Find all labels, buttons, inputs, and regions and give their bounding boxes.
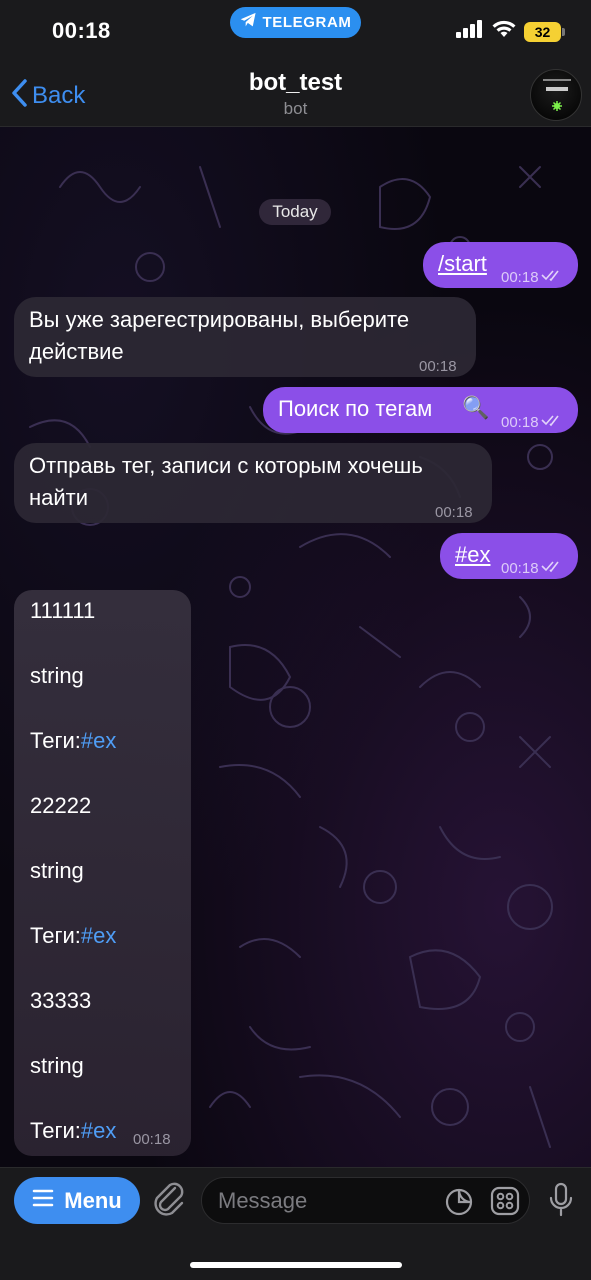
date-separator: Today: [259, 199, 331, 225]
result-text: string: [30, 1053, 84, 1078]
message-meta: 00:18: [435, 497, 473, 529]
result-id: 22222: [30, 793, 92, 818]
magnifier-emoji-icon: 🔍: [462, 395, 490, 420]
hashtag-link[interactable]: #ex: [81, 728, 116, 753]
chat-subtitle: bot: [283, 99, 308, 118]
tags-label: Теги:: [30, 1118, 81, 1143]
result-text: string: [30, 858, 84, 883]
wifi-icon: [492, 20, 516, 43]
incoming-message[interactable]: Отправь тег, записи с которым хочешь най…: [14, 443, 492, 523]
message-line: Отправь тег, записи с которым хочешь: [29, 453, 423, 478]
paperclip-icon: [152, 1182, 188, 1222]
menu-label: Menu: [64, 1187, 122, 1213]
hamburger-icon: [32, 1189, 54, 1212]
status-bar: 00:18 TELEGRAM 32: [0, 0, 591, 56]
attach-button[interactable]: [152, 1180, 188, 1223]
tags-label: Теги:: [30, 728, 81, 753]
outgoing-message[interactable]: Поиск по тегам 🔍 00:18: [263, 387, 578, 433]
message-input[interactable]: [218, 1178, 438, 1223]
message-time: 00:18: [501, 269, 539, 286]
message-time: 00:18: [435, 504, 473, 521]
hashtag-link[interactable]: #ex: [81, 923, 116, 948]
message-field[interactable]: [201, 1177, 530, 1224]
message-meta: 00:18: [501, 553, 563, 585]
result-id: 33333: [30, 988, 92, 1013]
double-check-icon: [540, 262, 563, 294]
microphone-button[interactable]: [548, 1182, 574, 1223]
message-time: 00:18: [419, 358, 457, 375]
telegram-plane-icon: [240, 12, 257, 33]
message-time: 00:18: [133, 1131, 171, 1148]
bot-menu-button[interactable]: Menu: [14, 1177, 140, 1224]
result-tags: Теги:#ex: [30, 728, 116, 754]
message-time: 00:18: [501, 560, 539, 577]
status-time: 00:18: [52, 18, 111, 43]
result-id: 111111: [30, 598, 96, 623]
chat-title[interactable]: bot_test: [0, 69, 591, 97]
message-text: Поиск по тегам: [278, 396, 433, 421]
search-results-message[interactable]: 111111 string Теги:#ex 22222 string Теги…: [14, 590, 191, 1156]
outgoing-message[interactable]: /start 00:18: [423, 242, 578, 288]
result-tags: Теги:#ex: [30, 923, 116, 949]
telegram-pill-label: TELEGRAM: [262, 14, 352, 31]
hashtag-link[interactable]: #ex: [455, 539, 490, 571]
message-meta: 00:18: [133, 1131, 171, 1148]
tags-label: Теги:: [30, 923, 81, 948]
sticker-icon[interactable]: [444, 1187, 474, 1222]
cellular-signal-icon: [456, 20, 484, 43]
message-meta: 00:18: [501, 262, 563, 294]
message-meta: 00:18: [501, 407, 563, 439]
hashtag-link[interactable]: #ex: [81, 1118, 116, 1143]
double-check-icon: [540, 407, 563, 439]
command-link[interactable]: /start: [438, 248, 487, 280]
status-icons: 32: [456, 20, 565, 43]
chat-header: Back bot_test bot: [0, 56, 591, 127]
message-line: найти: [29, 485, 89, 510]
message-meta: 00:18: [419, 351, 457, 383]
outgoing-message[interactable]: #ex 00:18: [440, 533, 578, 579]
bot-avatar[interactable]: [530, 69, 582, 121]
battery-indicator: 32: [524, 21, 565, 42]
result-tags: Теги:#ex: [30, 1118, 116, 1144]
result-text: string: [30, 663, 84, 688]
incoming-message[interactable]: Вы уже зарегестрированы, выберите действ…: [14, 297, 476, 377]
bot-commands-icon[interactable]: [490, 1186, 520, 1221]
message-line: действие: [29, 339, 124, 364]
telegram-pill[interactable]: TELEGRAM: [230, 7, 361, 38]
home-indicator: [190, 1262, 402, 1268]
message-time: 00:18: [501, 414, 539, 431]
message-line: Вы уже зарегестрированы, выберите: [29, 307, 410, 332]
microphone-icon: [548, 1182, 574, 1222]
double-check-icon: [540, 553, 563, 585]
